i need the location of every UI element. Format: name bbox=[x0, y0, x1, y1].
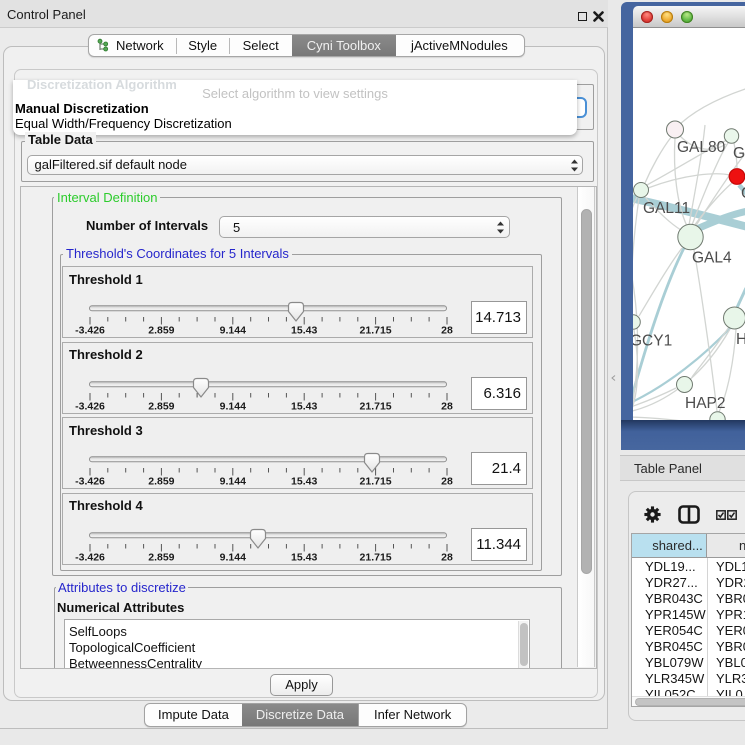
svg-text:-3.426: -3.426 bbox=[75, 400, 105, 412]
svg-text:9.144: 9.144 bbox=[220, 325, 246, 337]
svg-text:21.715: 21.715 bbox=[360, 476, 392, 488]
svg-text:-3.426: -3.426 bbox=[75, 551, 105, 563]
svg-text:15.43: 15.43 bbox=[291, 476, 317, 488]
svg-text:2.859: 2.859 bbox=[148, 400, 174, 412]
svg-text:HAP2: HAP2 bbox=[685, 395, 726, 412]
svg-text:C: C bbox=[741, 185, 745, 202]
svg-text:2.859: 2.859 bbox=[148, 325, 174, 337]
svg-text:9.144: 9.144 bbox=[220, 551, 246, 563]
svg-text:15.43: 15.43 bbox=[291, 400, 317, 412]
svg-text:9.144: 9.144 bbox=[220, 400, 246, 412]
svg-text:GAL: GAL bbox=[733, 145, 745, 162]
svg-text:28: 28 bbox=[441, 325, 453, 337]
svg-text:GAL11: GAL11 bbox=[643, 200, 690, 217]
svg-text:21.715: 21.715 bbox=[360, 400, 392, 412]
svg-text:-3.426: -3.426 bbox=[75, 325, 105, 337]
svg-text:21.715: 21.715 bbox=[360, 325, 392, 337]
svg-text:2.859: 2.859 bbox=[148, 476, 174, 488]
svg-text:15.43: 15.43 bbox=[291, 325, 317, 337]
svg-text:21.715: 21.715 bbox=[360, 551, 392, 563]
svg-text:GAL4: GAL4 bbox=[692, 250, 732, 267]
svg-text:28: 28 bbox=[441, 551, 453, 563]
svg-text:28: 28 bbox=[441, 400, 453, 412]
svg-text:H: H bbox=[736, 331, 745, 348]
svg-text:2.859: 2.859 bbox=[148, 551, 174, 563]
svg-text:-3.426: -3.426 bbox=[75, 476, 105, 488]
svg-text:28: 28 bbox=[441, 476, 453, 488]
svg-text:GCY1: GCY1 bbox=[633, 333, 672, 350]
svg-text:9.144: 9.144 bbox=[220, 476, 246, 488]
svg-text:15.43: 15.43 bbox=[291, 551, 317, 563]
svg-text:GAL80: GAL80 bbox=[677, 139, 726, 156]
